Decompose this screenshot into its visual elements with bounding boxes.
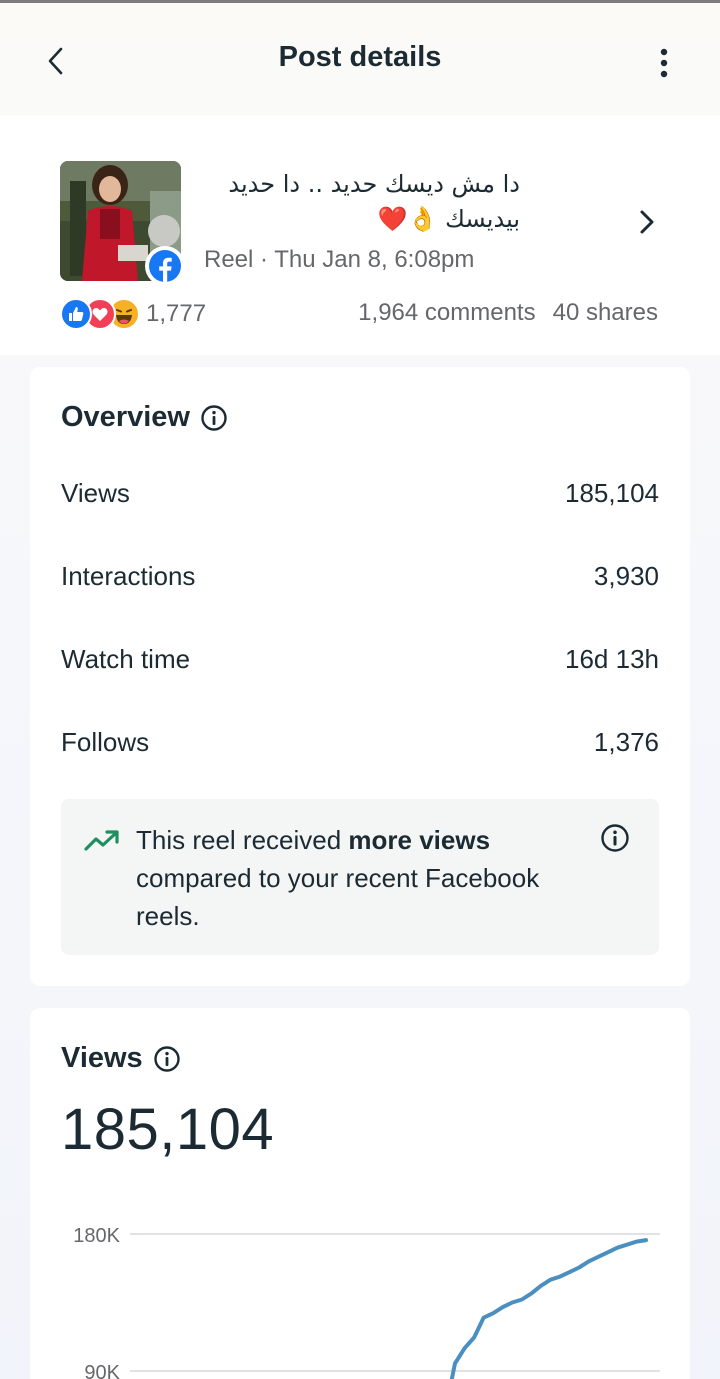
metric-label: Interactions <box>61 561 196 591</box>
chevron-right-icon <box>640 210 654 234</box>
metric-value: 1,376 <box>593 727 659 757</box>
metric-row-interactions: Interactions 3,930 <box>61 561 659 592</box>
views-series-line <box>449 1238 648 1379</box>
comments-count[interactable]: 1,964 comments <box>358 299 535 326</box>
insight-prefix: This reel received <box>136 825 349 855</box>
insight-banner: This reel received more views compared t… <box>61 799 659 955</box>
page-title: Post details <box>278 41 442 73</box>
overview-card: Overview Views 185,104 Interactions 3,93… <box>30 367 690 986</box>
views-line-chart: 180K 90K <box>73 1225 660 1379</box>
insight-suffix: compared to your recent Facebook reels. <box>136 863 540 931</box>
metric-value: 3,930 <box>593 561 659 591</box>
like-icon <box>60 298 92 330</box>
engagement-counts: 1,964 comments 40 shares <box>358 299 658 327</box>
metric-row-watch-time: Watch time 16d 13h <box>61 644 659 675</box>
metric-value: 185,104 <box>565 478 659 508</box>
shares-count[interactable]: 40 shares <box>553 299 658 326</box>
caption-line-1: دا مش ديسك حديد .. دا حديد <box>228 170 520 198</box>
y-tick-label: 180K <box>73 1225 120 1247</box>
metric-value: 16d 13h <box>565 644 659 674</box>
post-summary[interactable]: دا مش ديسك حديد .. دا حديد بيديسك 👌❤️ Re… <box>0 115 720 355</box>
info-icon[interactable] <box>600 823 630 858</box>
metric-label: Follows <box>61 727 150 757</box>
views-card: Views 185,104 180K 90K <box>30 1008 690 1379</box>
post-meta: Reel · Thu Jan 8, 6:08pm <box>204 246 475 273</box>
insight-text: This reel received more views compared t… <box>136 821 576 935</box>
facebook-icon <box>149 250 181 282</box>
open-post-button[interactable] <box>632 207 662 237</box>
trending-up-icon <box>84 830 119 851</box>
insight-bold: more views <box>348 825 491 855</box>
reaction-count: 1,777 <box>146 300 207 327</box>
info-icon[interactable] <box>200 404 228 432</box>
y-tick-label: 90K <box>84 1362 120 1379</box>
more-options-button[interactable] <box>646 41 682 85</box>
metric-label: Watch time <box>61 644 191 674</box>
caption-line-2: بيديسك 👌❤️ <box>377 205 520 233</box>
metric-row-follows: Follows 1,376 <box>61 727 659 758</box>
app-header: Post details <box>0 3 720 115</box>
overview-title: Overview <box>61 401 228 434</box>
overview-title-text: Overview <box>61 401 190 433</box>
facebook-badge <box>145 246 185 286</box>
reactions-summary[interactable]: 1,777 <box>60 298 206 330</box>
more-vertical-icon <box>660 48 668 78</box>
post-caption: دا مش ديسك حديد .. دا حديد بيديسك 👌❤️ <box>200 167 520 237</box>
metric-label: Views <box>61 478 130 508</box>
metric-row-views: Views 185,104 <box>61 478 659 509</box>
